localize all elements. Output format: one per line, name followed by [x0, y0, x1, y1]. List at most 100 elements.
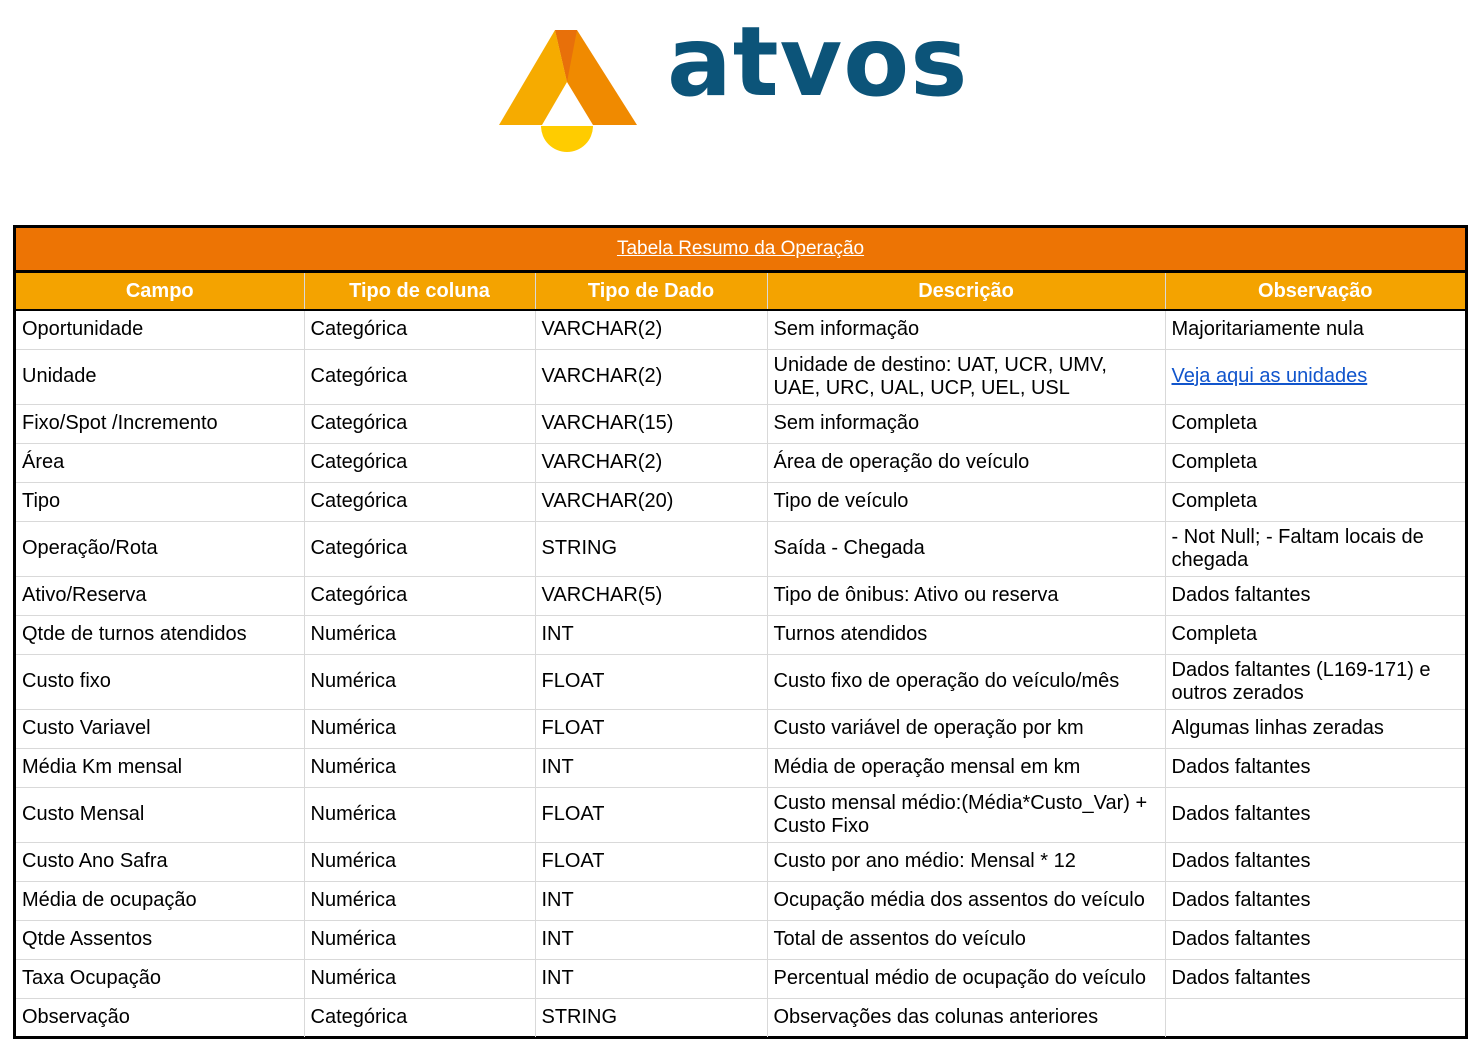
- header-tipo-dado: Tipo de Dado: [535, 271, 768, 311]
- cell-tipo-dado: STRING: [535, 998, 768, 1037]
- atvos-logo: atvos: [497, 14, 967, 158]
- cell-observacao: Completa: [1165, 404, 1466, 444]
- cell-descricao: Sem informação: [767, 310, 1166, 350]
- table-row: Média de ocupação Numérica INT Ocupação …: [16, 881, 1466, 921]
- cell-campo: Operação/Rota: [16, 521, 305, 577]
- cell-descricao: Custo mensal médio:(Média*Custo_Var) + C…: [767, 787, 1166, 843]
- cell-campo: Observação: [16, 998, 305, 1037]
- cell-campo: Média Km mensal: [16, 748, 305, 788]
- cell-observacao: Dados faltantes (L169-171) e outros zera…: [1165, 654, 1466, 710]
- table-row: Oportunidade Categórica VARCHAR(2) Sem i…: [16, 310, 1466, 350]
- cell-descricao: Unidade de destino: UAT, UCR, UMV, UAE, …: [767, 349, 1166, 405]
- cell-campo: Oportunidade: [16, 310, 305, 350]
- table-header-row: Campo Tipo de coluna Tipo de Dado Descri…: [16, 271, 1466, 311]
- cell-tipo-coluna: Numérica: [304, 920, 536, 960]
- cell-tipo-coluna: Categórica: [304, 404, 536, 444]
- units-link[interactable]: Veja aqui as unidades: [1172, 365, 1368, 387]
- cell-tipo-coluna: Categórica: [304, 443, 536, 483]
- cell-campo: Custo Ano Safra: [16, 842, 305, 882]
- table-row: Custo Variavel Numérica FLOAT Custo vari…: [16, 709, 1466, 749]
- table-row: Ativo/Reserva Categórica VARCHAR(5) Tipo…: [16, 576, 1466, 616]
- header-descricao: Descrição: [767, 271, 1166, 311]
- cell-tipo-coluna: Numérica: [304, 654, 536, 710]
- cell-tipo-coluna: Numérica: [304, 709, 536, 749]
- cell-campo: Taxa Ocupação: [16, 959, 305, 999]
- cell-campo: Ativo/Reserva: [16, 576, 305, 616]
- cell-observacao: - Not Null; - Faltam locais de chegada: [1165, 521, 1466, 577]
- table-title-link[interactable]: Tabela Resumo da Operação: [617, 238, 864, 259]
- cell-tipo-dado: FLOAT: [535, 654, 768, 710]
- cell-campo: Qtde Assentos: [16, 920, 305, 960]
- table-row: Média Km mensal Numérica INT Média de op…: [16, 748, 1466, 788]
- table-row: Taxa Ocupação Numérica INT Percentual mé…: [16, 959, 1466, 999]
- cell-tipo-dado: VARCHAR(2): [535, 349, 768, 405]
- cell-observacao: Dados faltantes: [1165, 576, 1466, 616]
- logo-wordmark: atvos: [667, 6, 969, 118]
- cell-observacao: Algumas linhas zeradas: [1165, 709, 1466, 749]
- cell-campo: Custo Mensal: [16, 787, 305, 843]
- cell-descricao: Tipo de veículo: [767, 482, 1166, 522]
- cell-tipo-coluna: Numérica: [304, 959, 536, 999]
- cell-observacao: Completa: [1165, 482, 1466, 522]
- header-observacao: Observação: [1165, 271, 1466, 311]
- cell-campo: Custo fixo: [16, 654, 305, 710]
- cell-descricao: Média de operação mensal em km: [767, 748, 1166, 788]
- cell-tipo-coluna: Categórica: [304, 521, 536, 577]
- cell-campo: Qtde de turnos atendidos: [16, 615, 305, 655]
- cell-descricao: Custo variável de operação por km: [767, 709, 1166, 749]
- cell-observacao: Completa: [1165, 443, 1466, 483]
- table-row: Tipo Categórica VARCHAR(20) Tipo de veíc…: [16, 482, 1466, 522]
- cell-tipo-dado: VARCHAR(5): [535, 576, 768, 616]
- table-row: Fixo/Spot /Incremento Categórica VARCHAR…: [16, 404, 1466, 444]
- cell-descricao: Área de operação do veículo: [767, 443, 1166, 483]
- cell-tipo-dado: VARCHAR(2): [535, 310, 768, 350]
- table-row: Custo Mensal Numérica FLOAT Custo mensal…: [16, 787, 1466, 843]
- cell-campo: Custo Variavel: [16, 709, 305, 749]
- cell-observacao: Veja aqui as unidades: [1165, 349, 1466, 405]
- cell-observacao: Dados faltantes: [1165, 748, 1466, 788]
- cell-observacao: [1165, 998, 1465, 1037]
- cell-tipo-coluna: Categórica: [304, 349, 536, 405]
- cell-tipo-coluna: Categórica: [304, 576, 536, 616]
- header-tipo-coluna: Tipo de coluna: [304, 271, 536, 311]
- cell-tipo-coluna: Categórica: [304, 998, 536, 1037]
- cell-campo: Unidade: [16, 349, 305, 405]
- cell-tipo-coluna: Numérica: [304, 881, 536, 921]
- cell-descricao: Observações das colunas anteriores: [767, 998, 1166, 1037]
- cell-tipo-coluna: Numérica: [304, 787, 536, 843]
- cell-tipo-coluna: Numérica: [304, 615, 536, 655]
- cell-tipo-coluna: Numérica: [304, 842, 536, 882]
- cell-campo: Tipo: [16, 482, 305, 522]
- cell-campo: Média de ocupação: [16, 881, 305, 921]
- cell-tipo-dado: FLOAT: [535, 709, 768, 749]
- cell-descricao: Percentual médio de ocupação do veículo: [767, 959, 1166, 999]
- cell-tipo-dado: INT: [535, 959, 768, 999]
- cell-tipo-dado: STRING: [535, 521, 768, 577]
- table-row: Unidade Categórica VARCHAR(2) Unidade de…: [16, 349, 1466, 405]
- summary-table: Tabela Resumo da Operação Campo Tipo de …: [13, 225, 1468, 1039]
- cell-descricao: Custo fixo de operação do veículo/mês: [767, 654, 1166, 710]
- cell-descricao: Custo por ano médio: Mensal * 12: [767, 842, 1166, 882]
- cell-tipo-dado: VARCHAR(15): [535, 404, 768, 444]
- table-row: Custo Ano Safra Numérica FLOAT Custo por…: [16, 842, 1466, 882]
- cell-descricao: Sem informação: [767, 404, 1166, 444]
- table-row: Observação Categórica STRING Observações…: [16, 998, 1465, 1037]
- cell-observacao: Dados faltantes: [1165, 842, 1466, 882]
- header-campo: Campo: [16, 271, 305, 311]
- cell-tipo-dado: VARCHAR(20): [535, 482, 768, 522]
- table-row: Qtde Assentos Numérica INT Total de asse…: [16, 920, 1466, 960]
- cell-observacao: Dados faltantes: [1165, 787, 1466, 843]
- cell-tipo-dado: VARCHAR(2): [535, 443, 768, 483]
- table-title: Tabela Resumo da Operação: [16, 228, 1466, 273]
- cell-descricao: Tipo de ônibus: Ativo ou reserva: [767, 576, 1166, 616]
- cell-descricao: Turnos atendidos: [767, 615, 1166, 655]
- table-row: Qtde de turnos atendidos Numérica INT Tu…: [16, 615, 1466, 655]
- cell-tipo-dado: INT: [535, 748, 768, 788]
- cell-observacao: Dados faltantes: [1165, 959, 1466, 999]
- cell-tipo-coluna: Categórica: [304, 482, 536, 522]
- cell-observacao: Dados faltantes: [1165, 920, 1466, 960]
- cell-descricao: Ocupação média dos assentos do veículo: [767, 881, 1166, 921]
- cell-tipo-coluna: Numérica: [304, 748, 536, 788]
- table-body: Oportunidade Categórica VARCHAR(2) Sem i…: [16, 310, 1466, 1037]
- cell-tipo-coluna: Categórica: [304, 310, 536, 350]
